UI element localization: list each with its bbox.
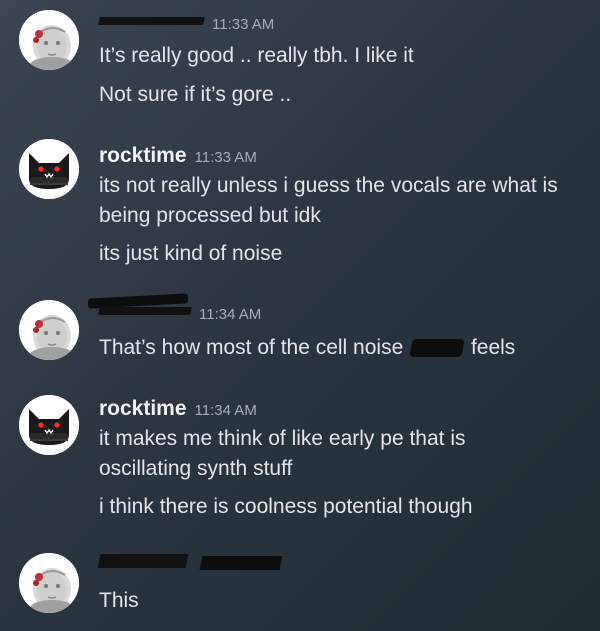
message-text: That’s how most of the cell noise feels <box>99 335 515 361</box>
black-cat-beanie-avatar-icon <box>19 139 79 199</box>
black-cat-beanie-avatar-icon <box>19 395 79 455</box>
message-text: It’s really good .. really tbh. I like i… <box>99 44 414 67</box>
user-avatar[interactable] <box>19 10 79 70</box>
pale-face-avatar-icon <box>19 10 79 70</box>
message-text-part: feels <box>470 336 516 359</box>
message-text: Not sure if it’s gore .. <box>99 83 292 106</box>
redaction-bar <box>199 556 283 570</box>
pale-face-avatar-icon <box>19 300 79 360</box>
message-text: i think there is coolness potential thou… <box>99 495 473 518</box>
message-text: being processed but idk <box>99 204 321 227</box>
message-header: 11:34 AM <box>98 306 262 332</box>
redaction-bar <box>409 339 465 358</box>
rocktime-avatar[interactable] <box>19 395 79 455</box>
message-header: 11:33 AM <box>98 16 275 42</box>
message-header: rocktime 11:34 AM <box>99 397 257 423</box>
message-header: rocktime 11:33 AM <box>99 144 257 170</box>
rocktime-avatar[interactable] <box>19 139 79 199</box>
message-header <box>97 554 283 584</box>
pale-face-avatar-icon <box>19 553 79 613</box>
timestamp: 11:33 AM <box>194 149 257 166</box>
message-text: This <box>99 589 139 612</box>
message-text: its just kind of noise <box>99 242 283 265</box>
timestamp: 11:34 AM <box>199 306 262 323</box>
user-avatar[interactable] <box>19 300 79 360</box>
user-avatar[interactable] <box>19 553 79 613</box>
username[interactable]: rocktime <box>99 397 187 421</box>
timestamp: 11:33 AM <box>212 16 275 33</box>
redacted-username[interactable] <box>98 17 205 25</box>
timestamp: 11:34 AM <box>194 402 257 419</box>
message-text: its not really unless i guess the vocals… <box>99 174 558 197</box>
username[interactable]: rocktime <box>99 144 187 168</box>
message-text-part: That’s how most of the cell noise <box>99 336 404 359</box>
redacted-username[interactable] <box>97 554 189 568</box>
redacted-username[interactable] <box>98 307 192 315</box>
message-text: it makes me think of like early pe that … <box>99 427 466 450</box>
message-text: oscillating synth stuff <box>99 457 293 480</box>
